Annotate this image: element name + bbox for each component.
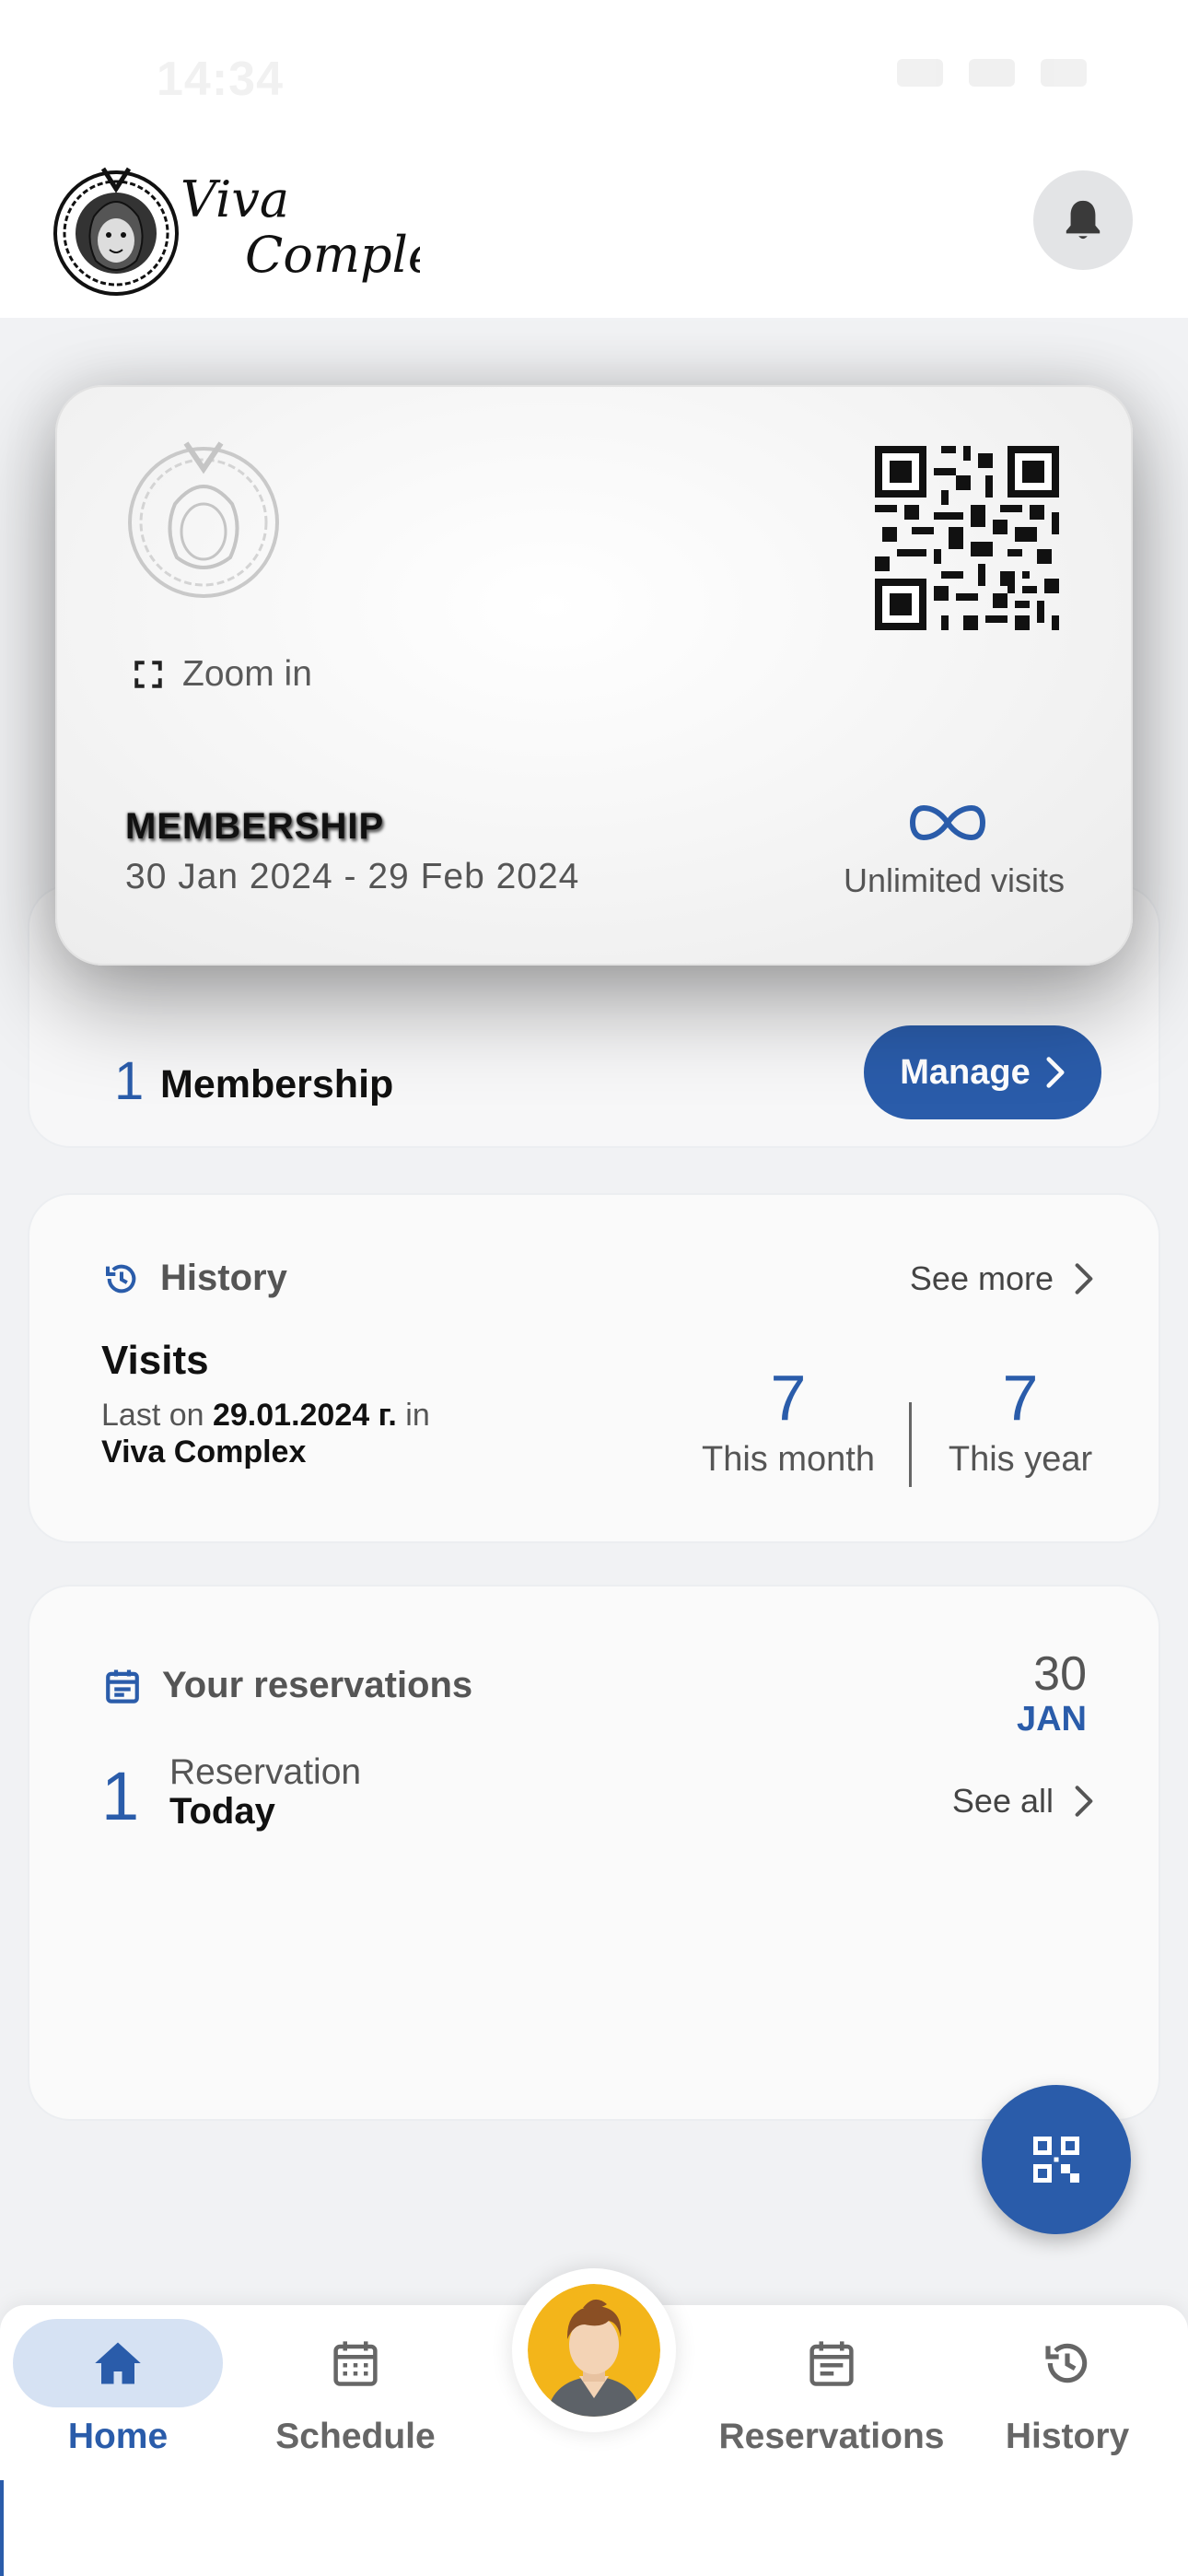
zoom-in-label: Zoom in (182, 654, 312, 694)
bell-icon (1066, 200, 1101, 240)
see-all-label: See all (951, 1782, 1054, 1820)
chevron-right-icon (1046, 1057, 1065, 1088)
reservation-label: Reservation (169, 1752, 362, 1792)
visits-this-month-label: This month (702, 1440, 875, 1479)
infinity-icon (909, 804, 986, 841)
calendar-icon (106, 1669, 139, 1704)
history-header: History (103, 1258, 287, 1299)
brand-line2: Complex (245, 226, 420, 284)
status-icons (897, 59, 1087, 87)
history-nav-icon (1045, 2343, 1088, 2383)
nav-reservations-pill (727, 2319, 937, 2407)
battery-icon (1041, 59, 1087, 87)
signal-icon (897, 59, 943, 87)
unlimited-visits-label: Unlimited visits (843, 861, 1065, 899)
status-bar: 14:34 (0, 0, 1188, 161)
history-panel: History See more Visits Last on 29.01.20… (28, 1193, 1160, 1543)
home-indicator-area (0, 2480, 1188, 2576)
reservation-when: Today (169, 1791, 275, 1832)
nav-reservations[interactable]: Reservations (707, 2319, 956, 2476)
manage-button[interactable]: Manage (864, 1025, 1101, 1119)
edge-accent (0, 2480, 4, 2576)
last-in-word: in (405, 1398, 430, 1433)
visits-title: Visits (101, 1338, 209, 1383)
visits-this-year-value: 7 (1002, 1362, 1039, 1434)
membership-card[interactable]: Zoom in MEMBERSHIP 30 Jan 2024 - 29 Feb … (55, 385, 1133, 966)
nav-schedule-label: Schedule (275, 2417, 436, 2456)
nav-history[interactable]: History (961, 2319, 1173, 2476)
nav-home-label: Home (67, 2417, 169, 2456)
membership-label: Membership (160, 1062, 394, 1107)
nav-history-label: History (1005, 2417, 1130, 2456)
nav-schedule[interactable]: Schedule (250, 2319, 461, 2476)
membership-count: 1 (114, 1051, 145, 1111)
see-more-link[interactable]: See more (910, 1259, 1094, 1298)
nav-history-pill (962, 2319, 1172, 2407)
last-on-prefix: Last on (101, 1398, 204, 1433)
visits-this-month-value: 7 (770, 1362, 807, 1434)
qr-code[interactable] (875, 446, 1059, 630)
schedule-calendar-icon (333, 2341, 378, 2386)
reservations-panel: Your reservations 30 JAN 1 Reservation T… (28, 1585, 1160, 2121)
qr-icon (1033, 2137, 1079, 2183)
qr-scan-button[interactable] (982, 2085, 1131, 2234)
reservation-count: 1 (101, 1758, 140, 1834)
nav-schedule-pill (250, 2319, 460, 2407)
brand-line1: Viva (181, 170, 289, 228)
reservation-date-month: JAN (1016, 1700, 1087, 1739)
nav-reservations-label: Reservations (718, 2417, 945, 2456)
lion-emblem-icon (128, 441, 279, 598)
reservation-date-day: 30 (1033, 1647, 1087, 1701)
history-icon (106, 1264, 136, 1293)
avatar (528, 2284, 660, 2417)
last-visit-date: 29.01.2024 г. (212, 1398, 397, 1433)
membership-dates: 30 Jan 2024 - 29 Feb 2024 (125, 857, 580, 896)
membership-title: MEMBERSHIP (125, 806, 385, 847)
notifications-button[interactable] (1033, 170, 1133, 270)
manage-button-label: Manage (900, 1052, 1031, 1092)
profile-avatar-button[interactable] (512, 2268, 676, 2432)
visits-this-year-label: This year (948, 1440, 1093, 1479)
nav-home[interactable]: Home (12, 2319, 224, 2476)
wifi-icon (969, 59, 1015, 87)
home-icon (95, 2342, 141, 2384)
see-all-link[interactable]: See all (952, 1782, 1094, 1821)
reservations-title: Your reservations (162, 1665, 473, 1705)
history-title: History (160, 1258, 287, 1298)
lion-emblem (53, 167, 179, 296)
expand-icon (134, 661, 162, 688)
last-visit-place: Viva Complex (101, 1434, 307, 1469)
app-header: Viva Complex (0, 161, 1188, 318)
reservations-header: Your reservations (103, 1665, 472, 1706)
zoom-in-button[interactable]: Zoom in (133, 654, 312, 695)
status-time: 14:34 (157, 53, 284, 106)
viva-complex-logo: Viva Complex (53, 167, 420, 296)
see-more-label: See more (909, 1259, 1054, 1297)
chevron-right-icon (1075, 1263, 1093, 1294)
chevron-right-icon (1075, 1786, 1093, 1817)
last-visit-line: Last on 29.01.2024 г. in (101, 1398, 430, 1434)
reservations-icon (809, 2341, 854, 2386)
nav-home-pill (13, 2319, 223, 2407)
